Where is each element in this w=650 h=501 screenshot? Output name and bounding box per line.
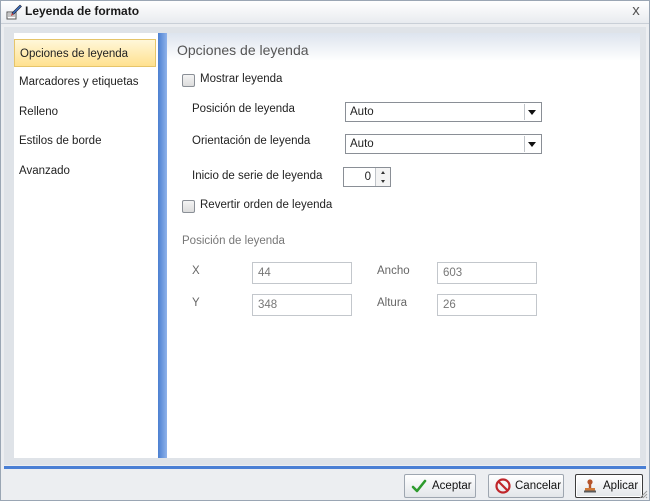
cancel-button[interactable]: Cancelar <box>488 474 564 498</box>
show-legend-label: Mostrar leyenda <box>200 73 283 85</box>
stamp-icon <box>584 479 596 493</box>
nav-divider <box>158 33 167 458</box>
x-field[interactable]: 44 <box>252 262 352 284</box>
nav-item-relleno[interactable]: Relleno <box>14 98 156 126</box>
legend-orientation-label: Orientación de leyenda <box>192 135 311 147</box>
height-label: Altura <box>377 297 408 309</box>
dialog-body: Opciones de leyenda Marcadores y etiquet… <box>4 27 646 465</box>
nav-item-opciones-de-leyenda[interactable]: Opciones de leyenda <box>14 39 156 67</box>
height-value: 26 <box>443 299 456 311</box>
y-label: Y <box>192 297 200 309</box>
apply-label: Aplicar <box>603 480 639 492</box>
nav-item-estilos-de-borde[interactable]: Estilos de borde <box>14 127 156 155</box>
width-value: 603 <box>443 267 463 279</box>
format-legend-icon <box>6 4 22 20</box>
legend-position-value: Auto <box>350 106 374 118</box>
window-title: Leyenda de formato <box>25 4 140 18</box>
show-legend-checkbox[interactable] <box>182 74 195 87</box>
height-field[interactable]: 26 <box>437 294 537 316</box>
title-bar: Leyenda de formato x <box>1 1 649 24</box>
options-nav: Opciones de leyenda Marcadores y etiquet… <box>14 33 159 458</box>
options-panel: Opciones de leyenda Mostrar leyenda Posi… <box>167 33 640 458</box>
format-legend-dialog: Leyenda de formato x Opciones de leyenda… <box>0 0 650 501</box>
check-icon <box>411 479 427 493</box>
panel-title: Opciones de leyenda <box>177 42 309 58</box>
reverse-order-checkbox[interactable] <box>182 200 195 213</box>
chevron-down-icon[interactable] <box>524 104 540 120</box>
panel-header: Opciones de leyenda <box>167 33 640 61</box>
width-field[interactable]: 603 <box>437 262 537 284</box>
apply-button[interactable]: Aplicar <box>575 474 643 498</box>
legend-position-select[interactable]: Auto <box>345 102 542 122</box>
reverse-order-label: Revertir orden de leyenda <box>200 199 333 211</box>
x-label: X <box>192 265 200 277</box>
x-value: 44 <box>258 267 271 279</box>
legend-position-label: Posición de leyenda <box>192 103 295 115</box>
no-entry-icon <box>495 478 511 494</box>
width-label: Ancho <box>377 265 410 277</box>
spin-down-icon[interactable] <box>375 177 390 186</box>
series-start-label: Inicio de serie de leyenda <box>192 170 323 182</box>
cancel-label: Cancelar <box>515 480 562 492</box>
resize-grip-icon[interactable] <box>638 489 648 499</box>
position-section-title: Posición de leyenda <box>182 235 285 247</box>
legend-orientation-select[interactable]: Auto <box>345 134 542 154</box>
legend-orientation-value: Auto <box>350 138 374 150</box>
chevron-down-icon[interactable] <box>524 136 540 152</box>
y-field[interactable]: 348 <box>252 294 352 316</box>
accept-button[interactable]: Aceptar <box>404 474 476 498</box>
series-start-value: 0 <box>364 171 371 183</box>
close-icon[interactable]: x <box>629 3 643 18</box>
dialog-footer: Aceptar Cancelar Aplicar <box>1 469 649 500</box>
accept-label: Aceptar <box>432 480 472 492</box>
y-value: 348 <box>258 299 278 311</box>
series-start-stepper[interactable]: 0 <box>343 167 391 187</box>
nav-item-avanzado[interactable]: Avanzado <box>14 157 156 185</box>
nav-item-marcadores-y-etiquetas[interactable]: Marcadores y etiquetas <box>14 68 156 96</box>
